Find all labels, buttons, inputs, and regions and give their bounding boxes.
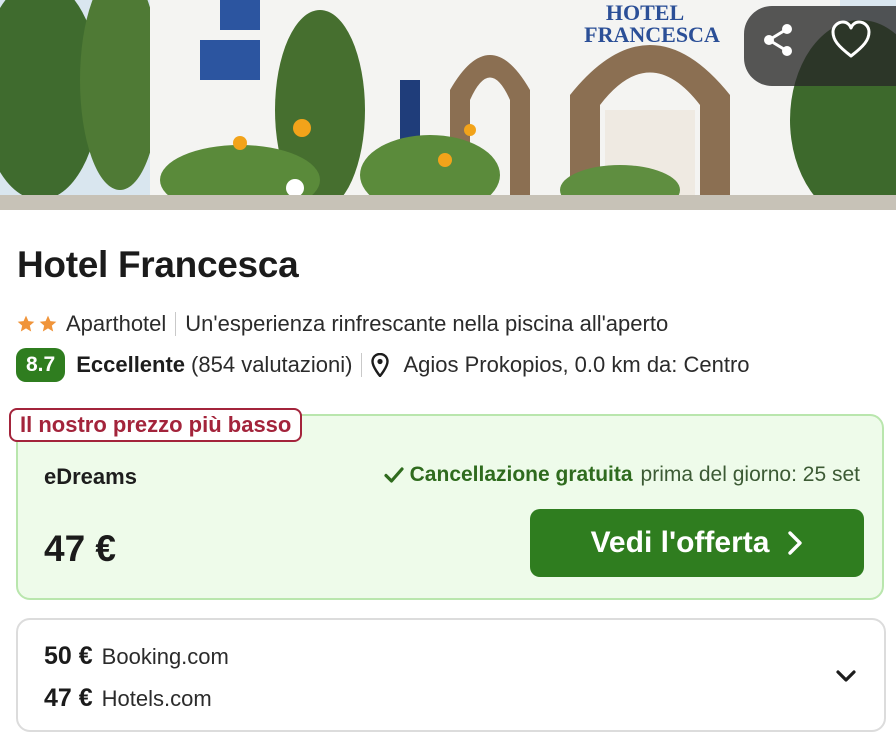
other-offers-card[interactable]: 50 € Booking.com 47 € Hotels.com (16, 618, 886, 732)
star-rating (16, 314, 58, 334)
rating-word: Eccellente (76, 352, 186, 377)
offer-provider: Booking.com (101, 644, 229, 669)
offer-provider: Hotels.com (101, 686, 212, 711)
hotel-highlight: Un'esperienza rinfrescante nella piscina… (185, 311, 669, 336)
hotel-type: Aparthotel (66, 311, 167, 336)
offer-price: 50 € (44, 642, 93, 670)
divider (361, 353, 363, 377)
expand-offers-button[interactable] (826, 658, 866, 694)
chevron-right-icon (788, 531, 803, 555)
lowest-price-tag: Il nostro prezzo più basso (9, 408, 303, 442)
photo-actions-bar (744, 6, 896, 86)
heart-icon (831, 20, 871, 58)
divider (175, 312, 177, 336)
hotel-meta-line: Aparthotel Un'esperienza rinfrescante ne… (16, 309, 668, 339)
share-icon (764, 24, 792, 56)
share-button[interactable] (758, 20, 810, 72)
hotel-rating-line: 8.7 Eccellente (854 valutazioni) Agios P… (16, 348, 750, 382)
sign-line2: FRANCESCA (584, 22, 720, 47)
hotel-name: Hotel Francesca (17, 244, 299, 285)
cancellation-deadline: prima del giorno: 25 set (640, 463, 860, 486)
favorite-button[interactable] (830, 20, 882, 72)
view-offer-label: Vedi l'offerta (590, 526, 770, 559)
star-icon (39, 315, 57, 332)
hotel-location[interactable]: Agios Prokopios, 0.0 km da: Centro (403, 352, 749, 378)
star-icon (17, 315, 35, 332)
score-badge: 8.7 (16, 348, 66, 382)
location-pin-icon (371, 353, 390, 377)
offer-row[interactable]: 47 € Hotels.com (44, 684, 212, 713)
review-count[interactable]: (854 valutazioni) (191, 352, 352, 378)
offer-price: 47 € (44, 684, 93, 712)
checkmark-icon (384, 467, 404, 483)
offer-row[interactable]: 50 € Booking.com (44, 642, 229, 671)
chevron-down-icon (836, 670, 856, 682)
best-offer-price: 47 € (44, 528, 117, 569)
hotel-photo[interactable]: HOTEL FRANCESCA (0, 0, 896, 210)
free-cancellation: Cancellazione gratuita prima del giorno:… (384, 463, 860, 487)
cancellation-strong: Cancellazione gratuita (409, 463, 633, 486)
best-offer-provider: eDreams (44, 464, 137, 489)
view-offer-button[interactable]: Vedi l'offerta (530, 509, 864, 577)
